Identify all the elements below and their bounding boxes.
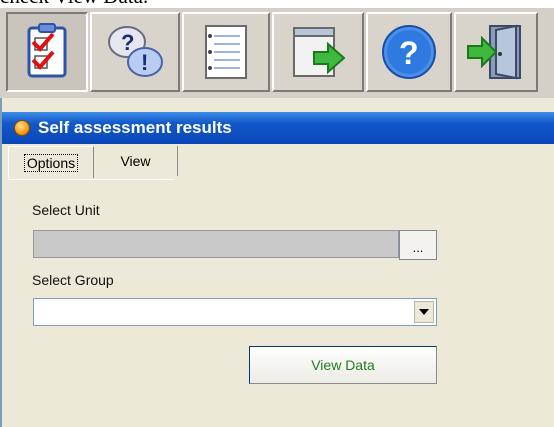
- tab-options-label: Options: [23, 153, 79, 172]
- question-bubbles-icon: ? !: [108, 26, 163, 77]
- view-data-button[interactable]: View Data: [249, 346, 437, 384]
- toolbar-exit-button[interactable]: [454, 12, 538, 92]
- tab-options[interactable]: Options: [8, 146, 94, 178]
- checklist-icon: [27, 23, 67, 78]
- select-group-label: Select Group: [32, 272, 114, 288]
- status-orb-icon: [14, 120, 30, 136]
- self-assessment-panel: Self assessment results Options View Sel…: [0, 98, 554, 427]
- export-window-icon: [293, 27, 346, 77]
- panel-title: Self assessment results: [38, 118, 232, 137]
- select-unit-label: Select Unit: [32, 202, 100, 218]
- chevron-down-icon: [419, 309, 429, 315]
- toolbar-notes-button[interactable]: [182, 12, 270, 92]
- toolbar: ? ! ?: [0, 8, 554, 98]
- help-icon: ?: [382, 25, 436, 79]
- toolbar-questions-button[interactable]: ? !: [90, 12, 180, 92]
- exit-door-icon: [467, 24, 521, 80]
- select-group-dropdown[interactable]: [33, 298, 437, 326]
- panel-titlebar: Self assessment results: [2, 112, 554, 144]
- browse-unit-button[interactable]: ...: [399, 230, 437, 260]
- notepad-icon: [205, 25, 247, 79]
- toolbar-export-button[interactable]: [272, 12, 364, 92]
- tab-divider: [8, 179, 174, 180]
- select-unit-field[interactable]: [33, 230, 399, 258]
- toolbar-self-assessment-button[interactable]: [6, 12, 88, 92]
- svg-text:!: !: [141, 50, 148, 75]
- svg-text:?: ?: [399, 35, 419, 71]
- tab-view-label: View: [120, 153, 151, 169]
- toolbar-help-button[interactable]: ?: [366, 12, 452, 92]
- dropdown-arrow-button[interactable]: [414, 301, 434, 323]
- svg-text:?: ?: [121, 30, 134, 55]
- caption-text: check View Data.: [0, 0, 148, 8]
- tab-view[interactable]: View: [94, 146, 178, 176]
